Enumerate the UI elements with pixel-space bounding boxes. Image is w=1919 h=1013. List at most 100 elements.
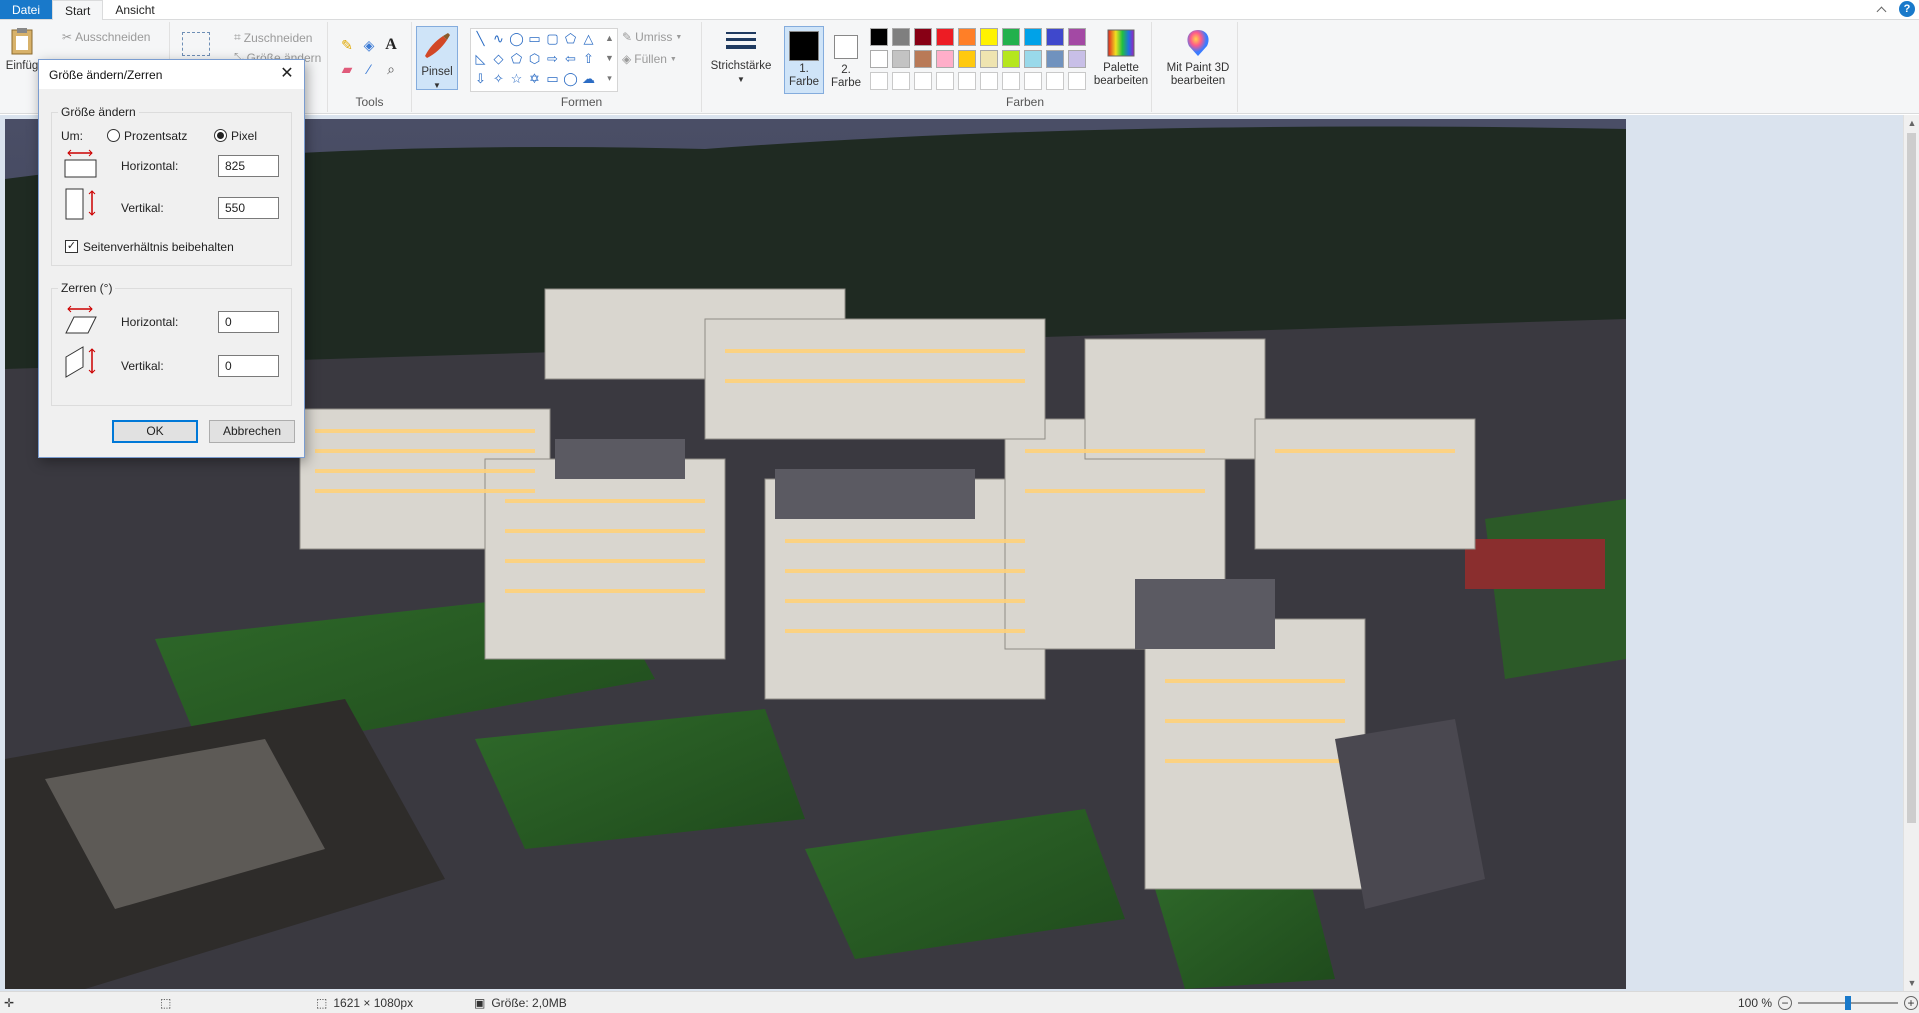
resize-vertical-input[interactable]: 550: [218, 197, 279, 219]
color1-button[interactable]: 1. Farbe: [784, 26, 824, 94]
help-icon[interactable]: ?: [1899, 1, 1915, 17]
palette-custom-slot[interactable]: [1002, 72, 1020, 90]
four-point-star-icon[interactable]: ✧: [491, 71, 506, 86]
up-arrow-shape-icon[interactable]: ⇧: [581, 51, 596, 66]
zoom-out-icon[interactable]: −: [1778, 996, 1793, 1010]
palette-custom-slot[interactable]: [1024, 72, 1042, 90]
palette-color-swatch[interactable]: [1046, 28, 1064, 46]
edit-palette-button[interactable]: Palette bearbeiten: [1090, 28, 1152, 88]
magnifier-icon[interactable]: ⌕: [382, 60, 400, 78]
skew-horizontal-input[interactable]: 0: [218, 311, 279, 333]
oval-shape-icon[interactable]: ◯: [509, 31, 524, 46]
palette-color-swatch[interactable]: [936, 50, 954, 68]
vertical-scrollbar[interactable]: ▲ ▼: [1903, 115, 1919, 991]
right-arrow-shape-icon[interactable]: ⇨: [545, 51, 560, 66]
cut-button[interactable]: ✂ Ausschneiden: [62, 30, 150, 44]
palette-color-swatch[interactable]: [1002, 28, 1020, 46]
percent-label[interactable]: Prozentsatz: [124, 129, 187, 143]
palette-color-swatch[interactable]: [1046, 50, 1064, 68]
palette-custom-slot[interactable]: [1068, 72, 1086, 90]
paint3d-button[interactable]: Mit Paint 3D bearbeiten: [1158, 28, 1238, 88]
six-point-star-icon[interactable]: ✡: [527, 71, 542, 86]
expand-gallery-icon[interactable]: ▾: [602, 71, 617, 86]
fill-button[interactable]: ◈ Füllen ▼: [622, 52, 677, 66]
palette-color-swatch[interactable]: [870, 28, 888, 46]
scrollbar-thumb[interactable]: [1907, 133, 1916, 823]
ok-button[interactable]: OK: [112, 420, 198, 443]
palette-color-swatch[interactable]: [870, 50, 888, 68]
palette-custom-slot[interactable]: [980, 72, 998, 90]
zoom-in-icon[interactable]: +: [1904, 996, 1919, 1010]
rounded-rectangle-shape-icon[interactable]: ▢: [545, 31, 560, 46]
palette-custom-slot[interactable]: [914, 72, 932, 90]
fill-bucket-icon[interactable]: ◈: [360, 36, 378, 54]
skew-vertical-input[interactable]: 0: [218, 355, 279, 377]
color2-button[interactable]: 2. Farbe: [826, 26, 866, 94]
keep-ratio-checkbox[interactable]: ✓: [65, 240, 78, 253]
palette-color-swatch[interactable]: [1068, 50, 1086, 68]
five-point-star-icon[interactable]: ☆: [509, 71, 524, 86]
brush-label: Pinsel: [421, 66, 453, 78]
brush-dropdown-icon[interactable]: ▼: [417, 79, 457, 92]
pentagon-shape-icon[interactable]: ⬠: [509, 51, 524, 66]
brush-button[interactable]: Pinsel ▼: [416, 26, 458, 90]
diamond-shape-icon[interactable]: ◇: [491, 51, 506, 66]
palette-color-swatch[interactable]: [980, 28, 998, 46]
tab-view[interactable]: Ansicht: [103, 0, 166, 19]
palette-color-swatch[interactable]: [914, 28, 932, 46]
palette-color-swatch[interactable]: [1002, 50, 1020, 68]
palette-color-swatch[interactable]: [1068, 28, 1086, 46]
right-triangle-shape-icon[interactable]: ◺: [473, 51, 488, 66]
outline-button[interactable]: ✎ Umriss ▼: [622, 30, 682, 44]
palette-custom-slot[interactable]: [870, 72, 888, 90]
collapse-ribbon-icon[interactable]: [1875, 2, 1889, 16]
palette-color-swatch[interactable]: [958, 50, 976, 68]
scroll-down-icon[interactable]: ▼: [602, 51, 617, 66]
resize-horizontal-input[interactable]: 825: [218, 155, 279, 177]
down-arrow-shape-icon[interactable]: ⇩: [473, 71, 488, 86]
palette-color-swatch[interactable]: [936, 28, 954, 46]
crop-button[interactable]: ⌗ Zuschneiden: [234, 30, 312, 45]
curve-shape-icon[interactable]: ∿: [491, 31, 506, 46]
pencil-icon[interactable]: ✎: [338, 36, 356, 54]
stroke-width-button[interactable]: Strichstärke ▼: [706, 28, 776, 86]
hexagon-shape-icon[interactable]: ⬡: [527, 51, 542, 66]
eraser-icon[interactable]: ▰: [338, 60, 356, 78]
palette-color-swatch[interactable]: [980, 50, 998, 68]
palette-color-swatch[interactable]: [892, 50, 910, 68]
polygon-shape-icon[interactable]: ⬠: [563, 31, 578, 46]
keep-ratio-label[interactable]: Seitenverhältnis beibehalten: [83, 240, 234, 254]
palette-custom-slot[interactable]: [958, 72, 976, 90]
dialog-close-icon[interactable]: ✕: [274, 62, 300, 86]
cloud-callout-icon[interactable]: ☁: [581, 71, 596, 86]
pixel-label[interactable]: Pixel: [231, 129, 257, 143]
tab-start[interactable]: Start: [52, 0, 104, 21]
color-picker-icon[interactable]: ⁄: [360, 60, 378, 78]
triangle-shape-icon[interactable]: △: [581, 31, 596, 46]
text-tool-icon[interactable]: A: [382, 36, 400, 54]
line-shape-icon[interactable]: ╲: [473, 31, 488, 46]
scroll-down-arrow-icon[interactable]: ▼: [1904, 975, 1919, 991]
cancel-button[interactable]: Abbrechen: [209, 420, 295, 443]
palette-color-swatch[interactable]: [892, 28, 910, 46]
zoom-slider-thumb[interactable]: [1845, 996, 1852, 1010]
select-icon[interactable]: [182, 32, 210, 56]
oval-callout-icon[interactable]: ◯: [563, 71, 578, 86]
percent-radio[interactable]: [107, 129, 120, 142]
palette-custom-slot[interactable]: [1046, 72, 1064, 90]
palette-custom-slot[interactable]: [936, 72, 954, 90]
paste-button[interactable]: Einfüg: [4, 26, 40, 73]
palette-custom-slot[interactable]: [892, 72, 910, 90]
tab-file[interactable]: Datei: [0, 0, 53, 19]
scroll-up-arrow-icon[interactable]: ▲: [1904, 115, 1919, 131]
pixel-radio[interactable]: [214, 129, 227, 142]
rect-callout-icon[interactable]: ▭: [545, 71, 560, 86]
palette-color-swatch[interactable]: [914, 50, 932, 68]
rectangle-shape-icon[interactable]: ▭: [527, 31, 542, 46]
palette-color-swatch[interactable]: [1024, 28, 1042, 46]
zoom-slider[interactable]: [1798, 996, 1899, 1010]
scroll-up-icon[interactable]: ▲: [602, 31, 617, 46]
left-arrow-shape-icon[interactable]: ⇦: [563, 51, 578, 66]
palette-color-swatch[interactable]: [1024, 50, 1042, 68]
palette-color-swatch[interactable]: [958, 28, 976, 46]
